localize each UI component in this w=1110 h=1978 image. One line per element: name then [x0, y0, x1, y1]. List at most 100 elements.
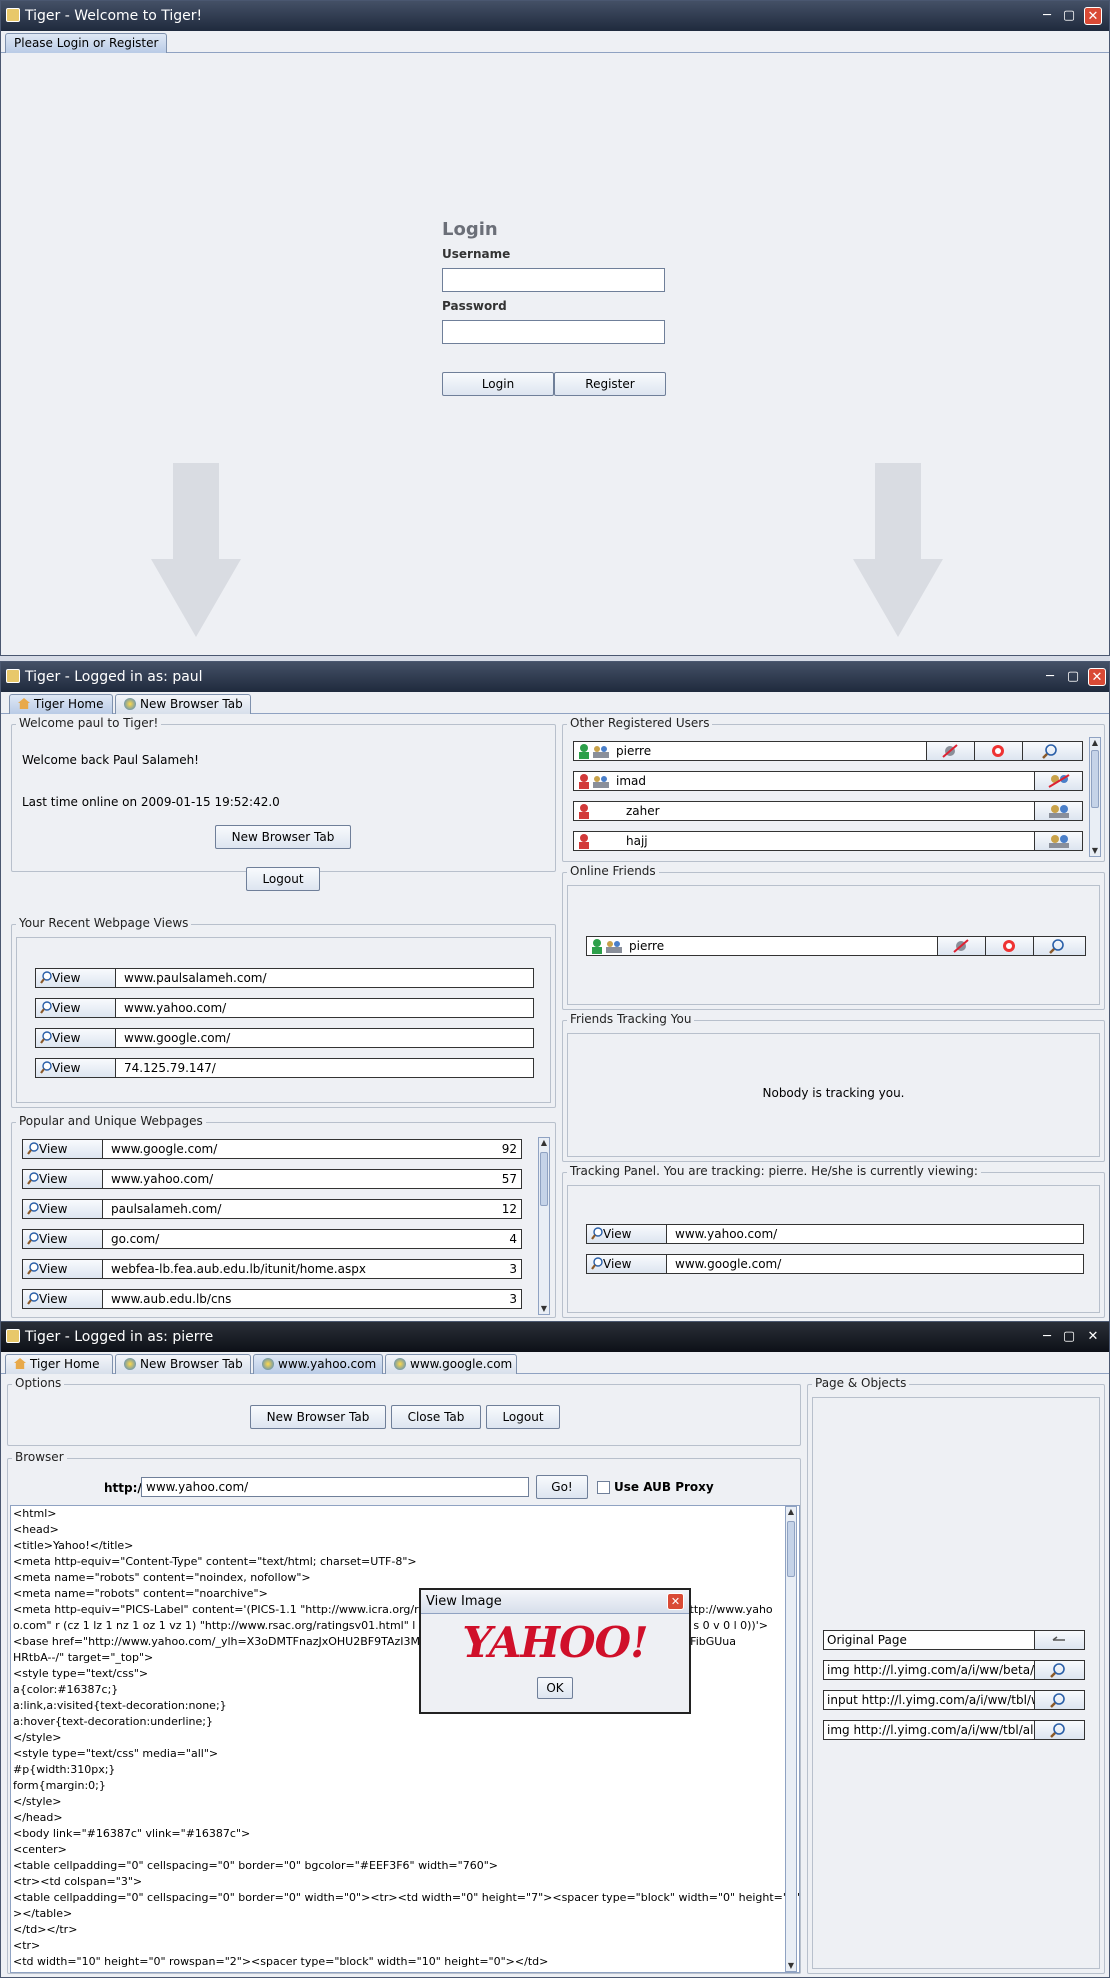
options-panel: Options New Browser Tab Close Tab Logout: [7, 1376, 801, 1446]
registered-user-row[interactable]: pierre: [573, 741, 1083, 761]
source-scrollbar[interactable]: ▲ ▼: [785, 1506, 797, 1972]
tab-new-browser[interactable]: New Browser Tab: [115, 1354, 251, 1374]
magnifier-icon: [591, 1257, 604, 1270]
scroll-up-icon[interactable]: ▲: [1090, 738, 1100, 748]
user-icon: [577, 773, 611, 789]
scroll-down-icon[interactable]: ▼: [539, 1304, 549, 1314]
view-original-button[interactable]: [1034, 1631, 1084, 1649]
maximize-icon[interactable]: ▢: [1064, 668, 1082, 686]
view-button[interactable]: View: [36, 969, 116, 987]
magnifier-icon: [40, 1031, 53, 1044]
users-scrollbar[interactable]: ▲ ▼: [1089, 737, 1101, 857]
view-button[interactable]: View: [587, 1225, 667, 1243]
maximize-icon[interactable]: ▢: [1060, 1328, 1078, 1346]
online-friend-row[interactable]: pierre: [586, 936, 1086, 956]
source-viewer[interactable]: <html> <head> <title>Yahoo!</title> <met…: [10, 1505, 800, 1973]
minimize-icon[interactable]: ─: [1038, 7, 1056, 25]
minimize-icon[interactable]: ─: [1041, 668, 1059, 686]
scroll-thumb[interactable]: [540, 1152, 548, 1206]
logout-button[interactable]: Logout: [486, 1405, 560, 1429]
recent-page-row: View 74.125.79.147/: [35, 1058, 534, 1078]
go-button[interactable]: Go!: [536, 1475, 588, 1499]
view-button[interactable]: View: [36, 1059, 116, 1077]
popular-scrollbar[interactable]: ▲ ▼: [538, 1137, 550, 1315]
window-title: Tiger - Welcome to Tiger!: [25, 8, 203, 24]
page-object-row[interactable]: Original Page: [823, 1630, 1085, 1650]
block-button[interactable]: [974, 742, 1022, 760]
globe-icon: [394, 1358, 406, 1370]
block-button[interactable]: [985, 937, 1033, 955]
view-button[interactable]: View: [23, 1260, 103, 1278]
close-tab-button[interactable]: Close Tab: [391, 1405, 481, 1429]
close-icon[interactable]: ✕: [1088, 668, 1106, 686]
dialog-title-bar: View Image ✕: [421, 1590, 689, 1614]
tab-tiger-home[interactable]: Tiger Home: [9, 694, 113, 714]
page-source: <html> <head> <title>Yahoo!</title> <met…: [13, 1507, 800, 1968]
dialog-title: View Image: [426, 1594, 502, 1609]
view-button[interactable]: View: [36, 1029, 116, 1047]
popular-page-row: View webfea-lb.fea.aub.edu.lb/itunit/home…: [22, 1259, 522, 1279]
view-tracking-button[interactable]: [1033, 937, 1085, 955]
username-input[interactable]: [442, 268, 665, 292]
view-button[interactable]: View: [36, 999, 116, 1017]
tab-login-register[interactable]: Please Login or Register: [5, 33, 168, 53]
password-input[interactable]: [442, 320, 665, 344]
tab-new-browser[interactable]: New Browser Tab: [115, 694, 251, 714]
ok-button[interactable]: OK: [537, 1677, 573, 1699]
popular-pages-panel: Popular and Unique Webpages View www.goog…: [11, 1114, 556, 1318]
view-button[interactable]: View: [23, 1290, 103, 1308]
login-button[interactable]: Login: [442, 372, 554, 396]
view-button[interactable]: View: [23, 1230, 103, 1248]
new-browser-tab-button[interactable]: New Browser Tab: [250, 1405, 386, 1429]
recent-page-row: View www.paulsalameh.com/: [35, 968, 534, 988]
add-friend-button[interactable]: [1034, 802, 1082, 820]
view-object-button[interactable]: [1034, 1661, 1084, 1679]
objects-list-border: Original Page img http://l.yimg.com/a/i/w…: [812, 1397, 1100, 1969]
java-app-icon: [6, 669, 20, 683]
logout-button[interactable]: Logout: [246, 867, 320, 891]
page-object-row[interactable]: img http://l.yimg.com/a/i/ww/beta/y...: [823, 1660, 1085, 1680]
tab-tiger-home[interactable]: Tiger Home: [5, 1354, 113, 1374]
scroll-up-icon[interactable]: ▲: [786, 1507, 796, 1517]
page-object-row[interactable]: img http://l.yimg.com/a/i/ww/tbl/ally...: [823, 1720, 1085, 1740]
view-object-button[interactable]: [1034, 1691, 1084, 1709]
add-friend-button[interactable]: [1034, 832, 1082, 850]
view-button[interactable]: View: [23, 1140, 103, 1158]
scroll-down-icon[interactable]: ▼: [786, 1961, 796, 1971]
minimize-icon[interactable]: ─: [1038, 1328, 1056, 1346]
new-browser-tab-button[interactable]: New Browser Tab: [215, 825, 351, 849]
untrack-button[interactable]: [937, 937, 985, 955]
magnifier-icon: [27, 1292, 40, 1305]
url-input[interactable]: www.yahoo.com/: [141, 1477, 529, 1497]
tracked-page-row: View www.yahoo.com/: [586, 1224, 1084, 1244]
close-icon[interactable]: ✕: [1084, 7, 1102, 25]
maximize-icon[interactable]: ▢: [1060, 7, 1078, 25]
aub-proxy-checkbox[interactable]: [597, 1481, 610, 1494]
view-tracking-button[interactable]: [1022, 742, 1082, 760]
register-button[interactable]: Register: [554, 372, 666, 396]
login-title: Login: [442, 219, 498, 240]
protocol-label: http://: [104, 1481, 147, 1495]
tab-yahoo[interactable]: www.yahoo.com: [253, 1354, 383, 1374]
user-icon: [577, 803, 611, 819]
recent-page-row: View www.google.com/: [35, 1028, 534, 1048]
view-object-button[interactable]: [1034, 1721, 1084, 1739]
remove-friend-button[interactable]: [1034, 772, 1082, 790]
view-button[interactable]: View: [587, 1255, 667, 1273]
view-button[interactable]: View: [23, 1200, 103, 1218]
scroll-up-icon[interactable]: ▲: [539, 1138, 549, 1148]
scroll-thumb[interactable]: [1091, 750, 1099, 808]
java-app-icon: [6, 1329, 20, 1343]
close-icon[interactable]: ✕: [667, 1593, 684, 1610]
scroll-down-icon[interactable]: ▼: [1090, 846, 1100, 856]
registered-user-row[interactable]: zaher: [573, 801, 1083, 821]
tab-google[interactable]: www.google.com: [385, 1354, 517, 1374]
untrack-button[interactable]: [926, 742, 974, 760]
close-icon[interactable]: ✕: [1084, 1328, 1102, 1346]
registered-user-row[interactable]: imad: [573, 771, 1083, 791]
scroll-thumb[interactable]: [787, 1521, 795, 1577]
view-button[interactable]: View: [23, 1170, 103, 1188]
magnifier-icon: [40, 971, 53, 984]
page-object-row[interactable]: input http://l.yimg.com/a/i/ww/tbl/w...: [823, 1690, 1085, 1710]
registered-user-row[interactable]: hajj: [573, 831, 1083, 851]
